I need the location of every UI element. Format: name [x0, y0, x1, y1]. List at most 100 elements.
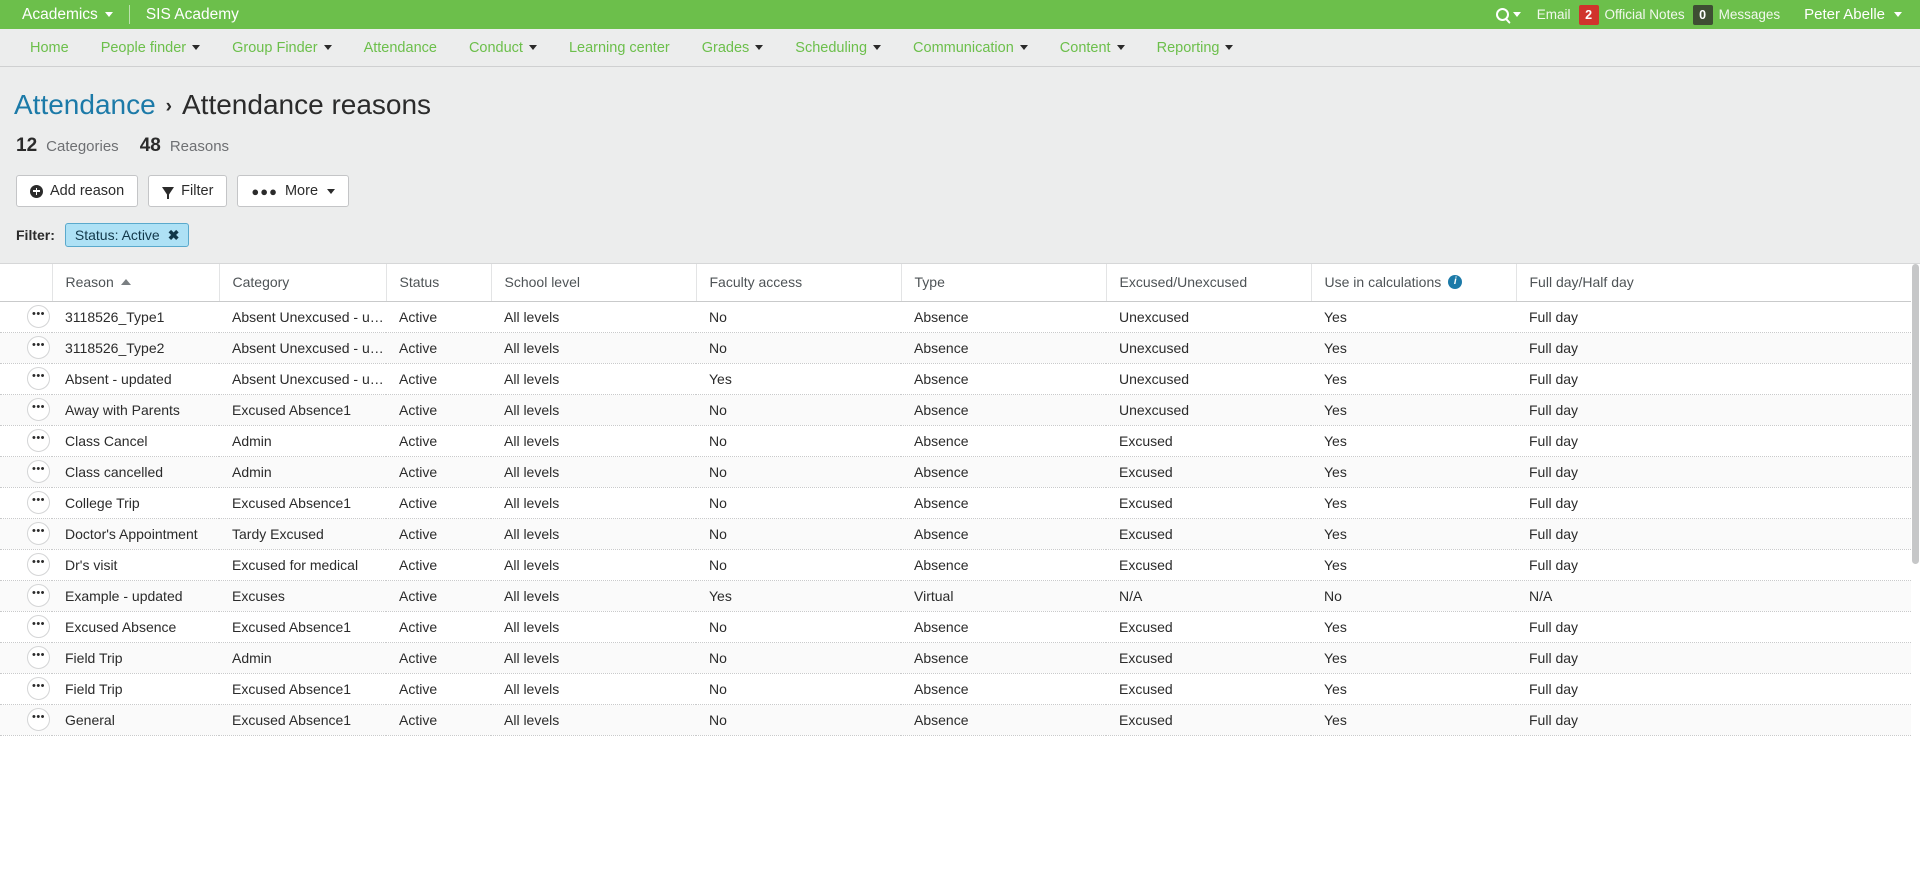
nav-label: Reporting — [1156, 39, 1220, 56]
nav-item-scheduling[interactable]: Scheduling — [779, 29, 897, 67]
messages-link[interactable]: Messages — [1719, 7, 1781, 22]
row-actions-button[interactable]: ••• — [27, 305, 50, 328]
cell-excused: Unexcused — [1106, 332, 1311, 364]
table-row[interactable]: ••• General Excused Absence1 Active All leve… — [0, 704, 1911, 736]
cell-category: Admin — [219, 456, 386, 488]
cell-status: Active — [386, 394, 491, 426]
row-actions-button[interactable]: ••• — [27, 677, 50, 700]
breadcrumb-parent-link[interactable]: Attendance — [14, 89, 156, 121]
table-row[interactable]: ••• 3118526_Type2 Absent Unexcused - upd… A… — [0, 332, 1911, 364]
column-header-status[interactable]: Status — [386, 264, 492, 302]
cell-school-level: All levels — [491, 704, 696, 736]
cell-full-half: Full day — [1516, 394, 1911, 426]
user-menu[interactable]: Peter Abelle — [1804, 6, 1902, 23]
cell-status: Active — [386, 704, 491, 736]
table-row[interactable]: ••• Class cancelled Admin Active All levels N… — [0, 456, 1911, 488]
more-button[interactable]: ●●● More — [237, 175, 350, 207]
table-row[interactable]: ••• Away with Parents Excused Absence1 Acti… — [0, 394, 1911, 426]
ellipsis-icon: ••• — [31, 308, 46, 320]
cell-category: Excused Absence1 — [219, 704, 386, 736]
nav-item-content[interactable]: Content — [1044, 29, 1141, 67]
add-reason-label: Add reason — [50, 183, 125, 199]
row-actions-button[interactable]: ••• — [27, 491, 50, 514]
table-row[interactable]: ••• Field Trip Excused Absence1 Active All l… — [0, 673, 1911, 705]
column-header-excused-unexcused[interactable]: Excused/Unexcused — [1106, 264, 1312, 302]
column-header-use-in-calculations[interactable]: Use in calculations i — [1311, 264, 1517, 302]
column-label: Use in calculations — [1324, 274, 1442, 291]
official-notes-badge[interactable]: 2 — [1578, 4, 1599, 25]
row-actions-button[interactable]: ••• — [27, 522, 50, 545]
info-icon[interactable]: i — [1448, 275, 1463, 290]
cell-status: Active — [386, 301, 491, 333]
nav-item-reporting[interactable]: Reporting — [1141, 29, 1250, 67]
row-actions-button[interactable]: ••• — [27, 708, 50, 731]
nav-label: People finder — [100, 39, 187, 56]
row-actions-button[interactable]: ••• — [27, 460, 50, 483]
cell-type: Absence — [901, 549, 1106, 581]
row-actions-button[interactable]: ••• — [27, 367, 50, 390]
scrollbar-thumb[interactable] — [1912, 264, 1919, 564]
row-actions-button[interactable]: ••• — [27, 429, 50, 452]
cell-type: Absence — [901, 425, 1106, 457]
row-menu-cell: ••• — [0, 394, 52, 426]
cell-category: Excused Absence1 — [219, 611, 386, 643]
nav-item-grades[interactable]: Grades — [686, 29, 780, 67]
row-actions-button[interactable]: ••• — [27, 398, 50, 421]
table-row[interactable]: ••• Doctor's Appointment Tardy Excused Acti… — [0, 518, 1911, 550]
cell-status: Active — [386, 332, 491, 364]
table-row[interactable]: ••• Excused Absence Excused Absence1 Active… — [0, 611, 1911, 643]
cell-use-in-calculations: Yes — [1311, 425, 1516, 457]
vertical-scrollbar[interactable] — [1911, 264, 1920, 849]
email-link[interactable]: Email — [1537, 7, 1571, 22]
search-icon — [1495, 8, 1509, 21]
row-menu-cell: ••• — [0, 425, 52, 457]
table-row[interactable]: ••• Dr's visit Excused for medical Active Al… — [0, 549, 1911, 581]
app-switcher[interactable]: Academics — [22, 6, 113, 24]
nav-item-conduct[interactable]: Conduct — [453, 29, 553, 67]
messages-badge[interactable]: 0 — [1692, 4, 1713, 25]
column-header-type[interactable]: Type — [901, 264, 1107, 302]
add-reason-button[interactable]: Add reason — [16, 175, 139, 207]
table-header: Reason Category Status School level Facu… — [0, 264, 1911, 302]
chevron-down-icon — [327, 188, 336, 194]
column-header-full-half-day[interactable]: Full day/Half day — [1516, 264, 1911, 302]
cell-reason: Absent - updated — [52, 363, 219, 395]
column-header-reason[interactable]: Reason — [52, 264, 220, 302]
column-header-school-level[interactable]: School level — [491, 264, 697, 302]
table-row[interactable]: ••• Absent - updated Absent Unexcused - up… — [0, 363, 1911, 395]
official-notes-link[interactable]: Official Notes — [1605, 7, 1685, 22]
column-header-faculty-access[interactable]: Faculty access — [696, 264, 902, 302]
column-label: Full day/Half day — [1529, 274, 1634, 291]
nav-item-people-finder[interactable]: People finder — [85, 29, 216, 67]
filter-chip-status[interactable]: Status: Active ✖ — [64, 223, 190, 247]
row-actions-button[interactable]: ••• — [27, 615, 50, 638]
nav-item-attendance[interactable]: Attendance — [348, 29, 453, 67]
row-actions-button[interactable]: ••• — [27, 336, 50, 359]
nav-label: Grades — [701, 39, 750, 56]
row-actions-button[interactable]: ••• — [27, 553, 50, 576]
close-icon[interactable]: ✖ — [168, 227, 180, 244]
nav-item-learning-center[interactable]: Learning center — [553, 29, 686, 67]
cell-full-half: Full day — [1516, 301, 1911, 333]
cell-use-in-calculations: Yes — [1311, 704, 1516, 736]
table-row[interactable]: ••• Example - updated Excuses Active All lev… — [0, 580, 1911, 612]
table-row[interactable]: ••• 3118526_Type1 Absent Unexcused - upd… A… — [0, 301, 1911, 333]
nav-item-communication[interactable]: Communication — [897, 29, 1044, 67]
cell-status: Active — [386, 642, 491, 674]
ellipsis-icon: ••• — [31, 525, 46, 537]
table-row[interactable]: ••• Field Trip Admin Active All levels No Abse… — [0, 642, 1911, 674]
cell-use-in-calculations: Yes — [1311, 549, 1516, 581]
nav-item-home[interactable]: Home — [14, 29, 85, 67]
row-actions-button[interactable]: ••• — [27, 646, 50, 669]
row-actions-button[interactable]: ••• — [27, 584, 50, 607]
nav-item-group-finder[interactable]: Group Finder — [216, 29, 347, 67]
active-filters-bar: Filter: Status: Active ✖ — [14, 223, 1906, 263]
filter-button[interactable]: Filter — [148, 175, 228, 207]
cell-faculty-access: No — [696, 611, 901, 643]
cell-faculty-access: No — [696, 332, 901, 364]
table-row[interactable]: ••• College Trip Excused Absence1 Active All… — [0, 487, 1911, 519]
cell-faculty-access: Yes — [696, 363, 901, 395]
column-header-category[interactable]: Category — [219, 264, 387, 302]
search-button[interactable] — [1495, 8, 1521, 21]
table-row[interactable]: ••• Class Cancel Admin Active All levels No Ab… — [0, 425, 1911, 457]
